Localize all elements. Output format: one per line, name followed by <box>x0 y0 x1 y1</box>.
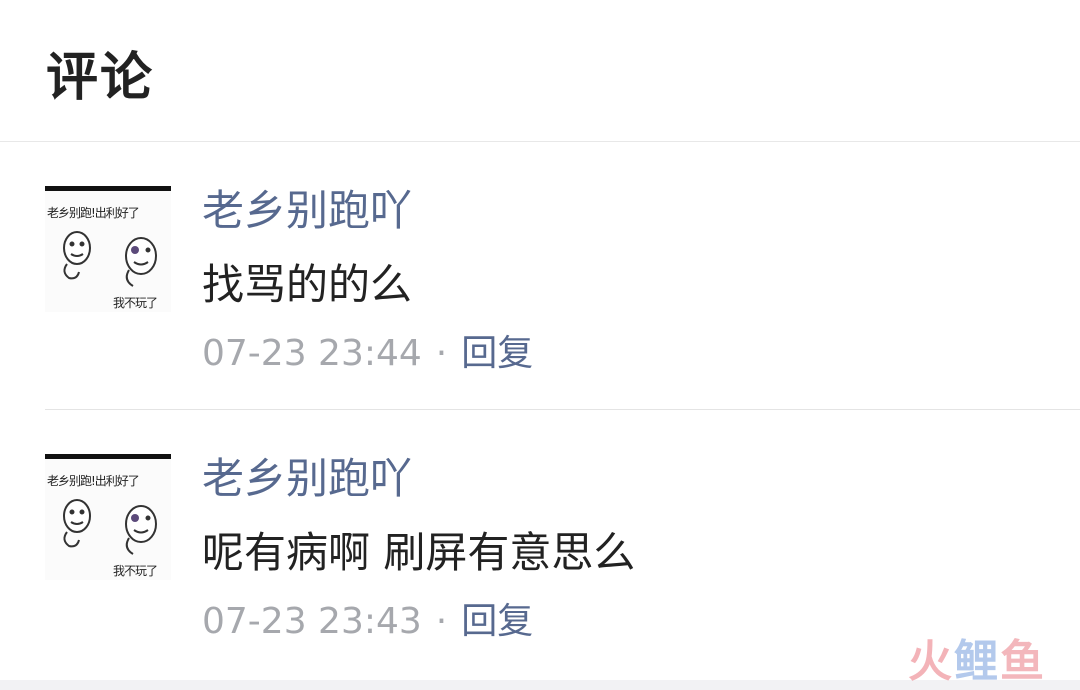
avatar-caption-bottom: 我不玩了 <box>113 296 158 310</box>
reply-button[interactable]: 回复 <box>461 601 533 642</box>
avatar[interactable]: 老乡别跑!出利好了 我不玩了 <box>45 454 171 580</box>
avatar[interactable]: 老乡别跑!出利好了 我不玩了 <box>45 186 171 312</box>
watermark-char: 鲤 <box>954 636 1000 687</box>
page-title: 评论 <box>46 48 155 108</box>
separator-dot: · <box>435 601 448 642</box>
comment-meta: 07-23 23:43 · 回复 <box>202 604 533 640</box>
divider <box>45 409 1080 410</box>
username-link[interactable]: 老乡别跑吖 <box>202 458 412 500</box>
watermark-char: 火 <box>908 636 954 687</box>
comment-text: 找骂的的么 <box>202 260 413 309</box>
watermark-char: 鱼 <box>1000 636 1046 687</box>
timestamp: 07-23 23:43 <box>202 601 422 642</box>
username-link[interactable]: 老乡别跑吖 <box>202 190 412 232</box>
comment-text: 呢有病啊 刷屏有意思么 <box>202 528 636 577</box>
timestamp: 07-23 23:44 <box>202 333 422 374</box>
reply-button[interactable]: 回复 <box>461 333 533 374</box>
avatar-caption-bottom: 我不玩了 <box>113 564 158 578</box>
comment-meta: 07-23 23:44 · 回复 <box>202 336 533 372</box>
comments-header: 评论 <box>0 0 1080 142</box>
separator-dot: · <box>435 333 448 374</box>
watermark-logo: 火鲤鱼 <box>908 640 1046 684</box>
